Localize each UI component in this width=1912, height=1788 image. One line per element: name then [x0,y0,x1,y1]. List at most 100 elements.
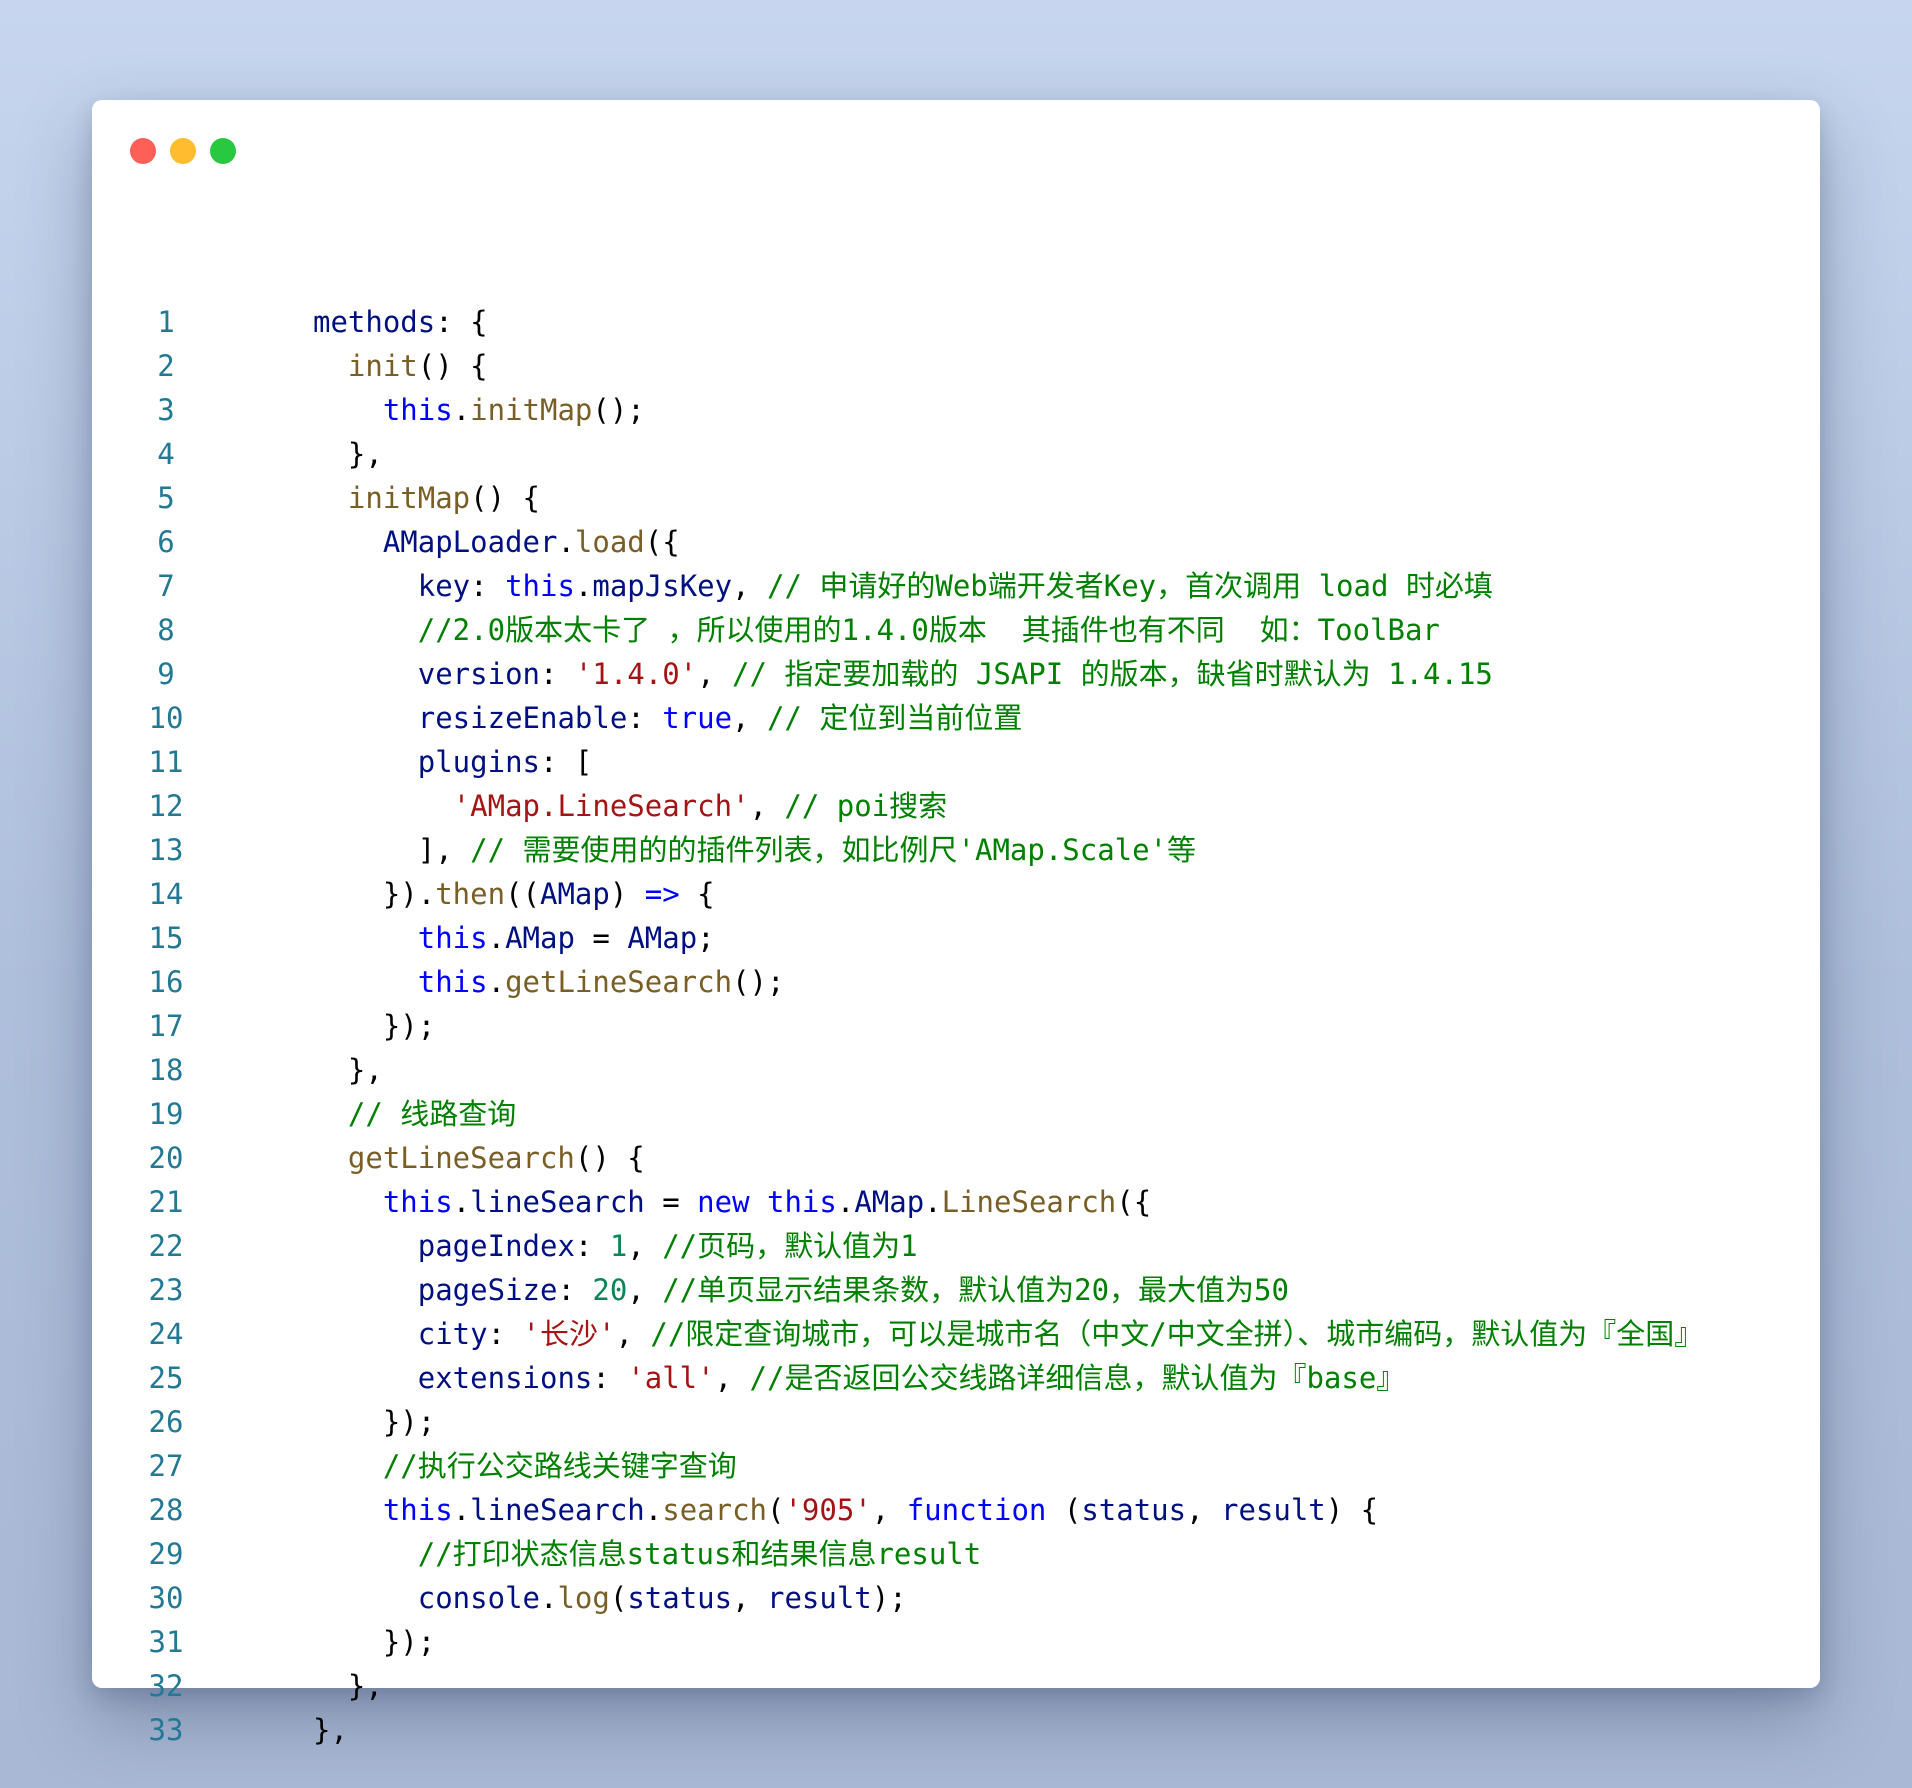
line-source: //打印状态信息status和结果信息result [313,1532,981,1576]
code-token: plugins [417,745,540,779]
code-token: () { [574,1141,645,1175]
code-token: methods [313,305,436,339]
code-line: 25 extensions: 'all', //是否返回公交线路详细信息，默认值… [92,1356,1820,1400]
code-line: 3 this.initMap(); [92,388,1820,432]
line-source: plugins: [ [313,740,593,784]
code-token: . [452,1493,471,1527]
line-number: 12 [148,789,184,823]
code-line: 17 }); [92,1004,1820,1048]
line-number: 10 [148,701,184,735]
line-source: 'AMap.LineSearch', // poi搜索 [313,784,948,828]
code-token: }); [313,1405,436,1439]
code-line: 21 this.lineSearch = new this.AMap.LineS… [92,1180,1820,1224]
line-number: 17 [148,1009,184,1043]
code-token: , [732,569,767,603]
line-source: init() { [313,344,488,388]
line-number: 29 [148,1537,184,1571]
code-token: result [1221,1493,1326,1527]
line-source: methods: { [313,300,488,344]
code-token: = [644,1185,698,1219]
code-token: . [574,569,593,603]
code-token: , [697,657,733,691]
line-number: 6 [157,525,175,559]
code-token: : [592,1361,628,1395]
code-token: , [615,1317,651,1351]
line-source: }); [313,1620,435,1664]
line-number: 11 [148,745,184,779]
code-token: , [627,1273,663,1307]
code-token: init [347,349,418,383]
code-token: ; [697,921,715,955]
code-line: 22 pageIndex: 1, //页码，默认值为1 [92,1224,1820,1268]
code-token: // 申请好的Web端开发者Key，首次调用 load 时必填 [767,569,1493,603]
code-token: // 线路查询 [347,1097,517,1131]
code-token: }, [313,1713,348,1747]
line-source: key: this.mapJsKey, // 申请好的Web端开发者Key，首次… [313,564,1493,608]
code-line: 19 // 线路查询 [92,1092,1820,1136]
line-source: this.AMap = AMap; [313,916,715,960]
code-token: //打印状态信息status和结果信息result [417,1537,982,1571]
code-token: lineSearch [470,1493,645,1527]
line-number: 9 [157,657,175,691]
code-token: version [417,657,540,691]
line-source: AMapLoader.load({ [313,520,680,564]
line-number: 33 [148,1713,184,1747]
code-token: getLineSearch [347,1141,575,1175]
code-token: . [557,525,575,559]
code-token: , [871,1493,907,1527]
code-line: 1 methods: { [92,300,1820,344]
code-token: then [435,877,506,911]
maximize-button[interactable] [210,138,236,164]
line-source: ], // 需要使用的的插件列表，如比例尺'AMap.Scale'等 [313,828,1196,872]
code-line: 2 init() { [92,344,1820,388]
code-window: 1 methods: {2 init() {3 this.initMap(); 4 … [92,100,1820,1747]
code-token: => [644,877,680,911]
minimize-button[interactable] [170,138,196,164]
code-token: this [767,1185,837,1219]
line-number: 8 [157,613,175,647]
line-number: 14 [148,877,184,911]
line-number: 3 [157,393,175,427]
code-line: 20 getLineSearch() { [92,1136,1820,1180]
code-token: ({ [644,525,680,559]
code-line: 29 //打印状态信息status和结果信息result [92,1532,1820,1576]
code-token: // 定位到当前位置 [766,701,1023,735]
line-number: 16 [148,965,184,999]
line-source: this.initMap(); [313,388,645,432]
code-token: 'all' [627,1361,715,1395]
code-token: ( [767,1493,785,1527]
code-token: //限定查询城市，可以是城市名（中文/中文全拼）、城市编码，默认值为『全国』 [650,1317,1704,1351]
code-line: 13 ], // 需要使用的的插件列表，如比例尺'AMap.Scale'等 [92,828,1820,872]
code-line: 16 this.getLineSearch(); [92,960,1820,1004]
code-token: ( [1046,1493,1082,1527]
code-token: new [697,1185,750,1219]
code-token: AMap [627,921,698,955]
code-token: console [417,1581,540,1615]
line-source: getLineSearch() { [313,1136,645,1180]
code-token: . [539,1581,558,1615]
line-source: }, [313,1664,383,1708]
code-token: : [557,1273,593,1307]
code-token: : [487,1317,523,1351]
close-button[interactable] [130,138,156,164]
code-line: 33}, [92,1708,1820,1752]
code-line: 10 resizeEnable: true, // 定位到当前位置 [92,696,1820,740]
line-source: city: '长沙', //限定查询城市，可以是城市名（中文/中文全拼）、城市编… [313,1312,1704,1356]
code-token: LineSearch [941,1185,1117,1219]
code-token: }, [313,1669,383,1703]
code-token: () { [470,481,540,515]
code-token: // 需要使用的的插件列表，如比例尺'AMap.Scale'等 [470,833,1197,867]
line-number: 4 [157,437,175,471]
code-editor[interactable]: 1 methods: {2 init() {3 this.initMap(); 4 … [92,300,1820,1752]
code-token: this [417,921,488,955]
line-source: }); [313,1400,435,1444]
